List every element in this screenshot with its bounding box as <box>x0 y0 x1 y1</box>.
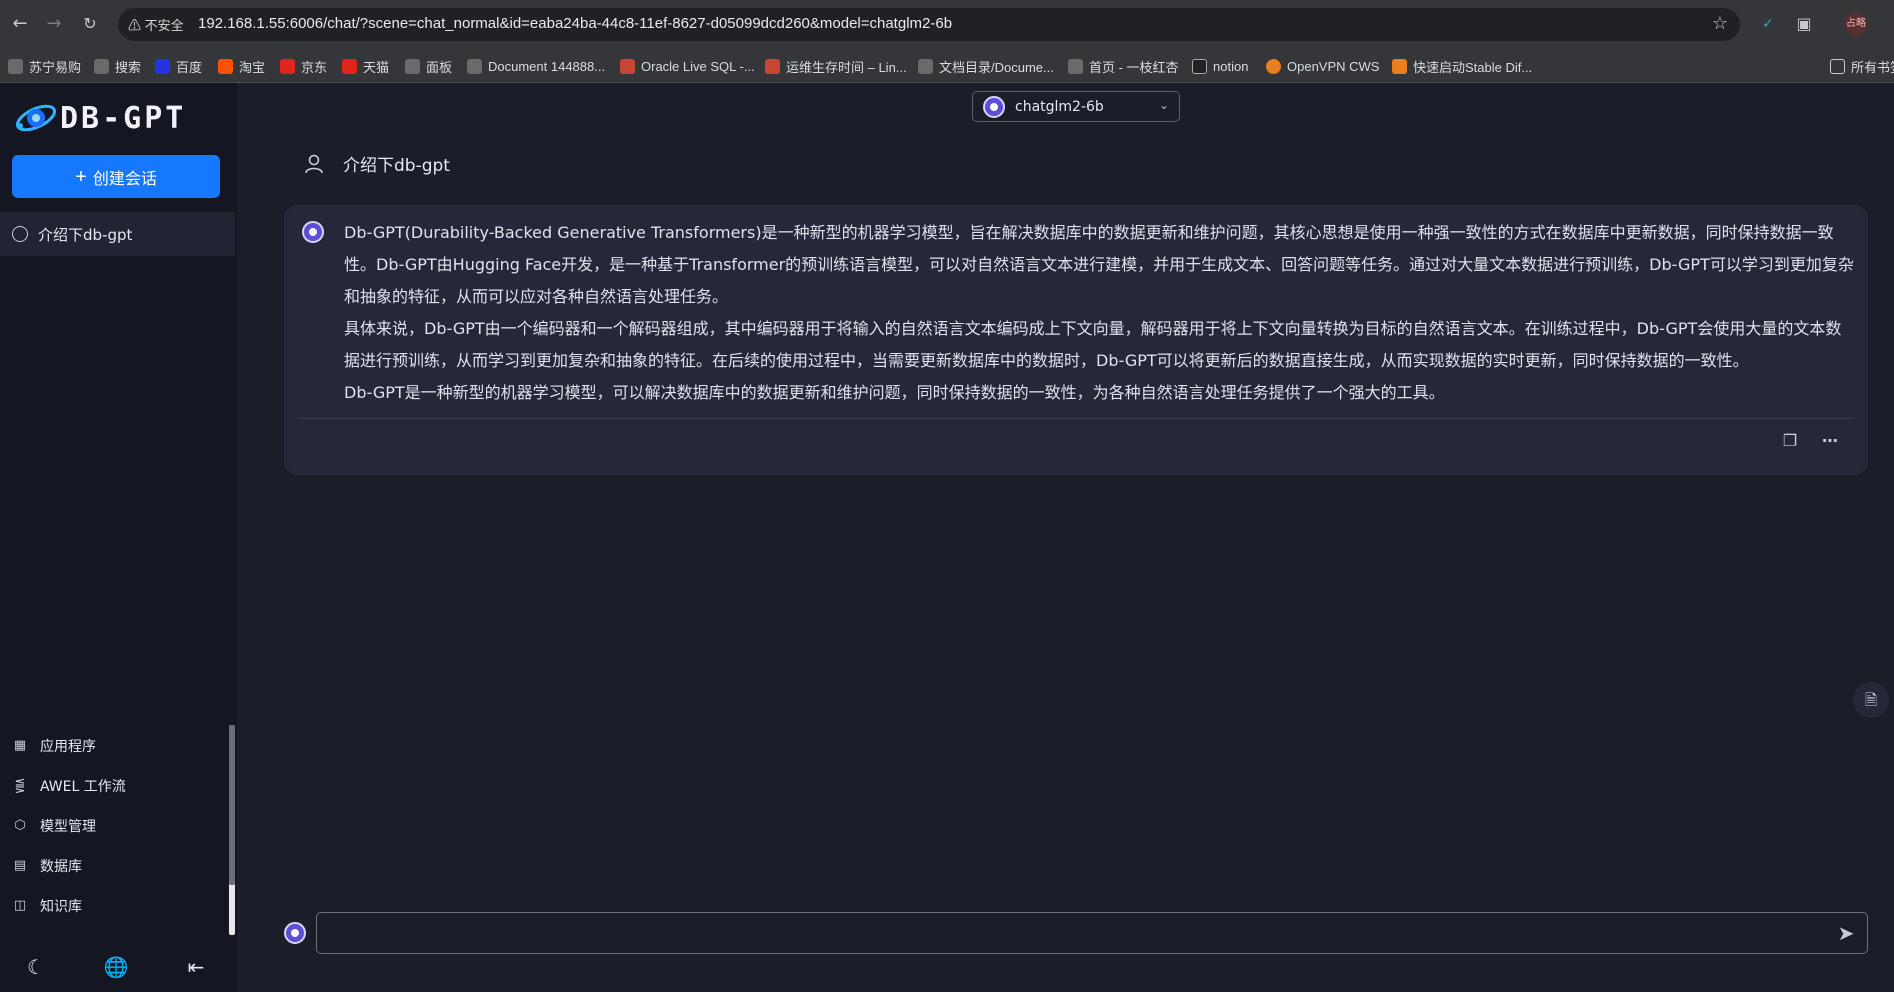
bookmark-icon <box>765 58 780 74</box>
bookmark-item[interactable]: 京东 <box>280 56 327 76</box>
bookmark-item[interactable]: 首页 - 一枝红杏 <box>1068 56 1179 76</box>
plus-icon: + <box>75 165 87 188</box>
answer-divider <box>298 418 1854 419</box>
bookmark-icon <box>1392 58 1407 74</box>
send-icon[interactable]: ➤ <box>1834 921 1858 945</box>
back-icon[interactable]: ← <box>8 12 32 36</box>
bookmark-item[interactable]: 百度 <box>155 56 202 76</box>
menu-item-knowledge[interactable]: ◫ 知识库 <box>12 894 82 918</box>
extensions-puzzle-icon[interactable]: ▣ <box>1792 12 1816 36</box>
browser-toolbar: ← → ↻ ⚠ 不安全 192.168.1.55:6006/chat/?scen… <box>0 0 1894 48</box>
app-logo[interactable]: DB-GPT <box>12 99 186 137</box>
menu-item-apps[interactable]: ▦ 应用程序 <box>12 734 96 758</box>
chevron-down-icon: ⌄ <box>1158 98 1169 112</box>
bookmark-item[interactable]: 面板 <box>405 56 452 76</box>
bookmark-item[interactable]: OpenVPN CWS <box>1266 56 1379 76</box>
forward-icon[interactable]: → <box>42 12 66 36</box>
bookmark-icon <box>1266 58 1281 74</box>
bookmark-icon <box>8 58 23 74</box>
new-chat-button[interactable]: + 创建会话 <box>12 155 220 198</box>
bookmark-item[interactable]: Oracle Live SQL -... <box>620 56 755 76</box>
bookmark-icon <box>94 58 109 74</box>
collapse-menu-icon[interactable]: ⇤ <box>182 953 210 981</box>
apps-icon: ▦ <box>13 738 27 753</box>
flow-icon: ⪋ <box>14 778 26 793</box>
theme-moon-icon[interactable]: ☾ <box>22 953 50 981</box>
bookmark-icon <box>1068 58 1083 74</box>
model-avatar-icon <box>983 95 1005 118</box>
sidebar: DB-GPT + 创建会话 介绍下db-gpt ▦ 应用程序 ⪋ AWEL 工作… <box>0 83 237 992</box>
menu-item-awel[interactable]: ⪋ AWEL 工作流 <box>12 774 126 798</box>
more-options-icon[interactable]: ⋯ <box>1818 429 1842 453</box>
profile-avatar[interactable]: 占略 <box>1845 13 1867 35</box>
answer-paragraph: 具体来说，Db-GPT由一个编码器和一个解码器组成，其中编码器用于将输入的自然语… <box>344 319 1842 370</box>
bookmark-icon <box>467 58 482 74</box>
answer-paragraph: Db-GPT是一种新型的机器学习模型，可以解决数据库中的数据更新和维护问题，同时… <box>344 383 1445 402</box>
bookmark-item[interactable]: 搜索 <box>94 56 141 76</box>
all-bookmarks[interactable]: 所有书签 <box>1830 56 1894 76</box>
bookmark-icon <box>342 58 357 74</box>
copy-icon[interactable]: ❐ <box>1778 429 1802 453</box>
bookmark-icon <box>620 58 635 74</box>
bookmark-icon <box>155 58 170 74</box>
model-selector[interactable]: chatglm2-6b ⌄ <box>972 91 1180 122</box>
bookmark-item[interactable]: Document 144888... <box>467 56 605 76</box>
chat-input[interactable] <box>316 912 1868 954</box>
sidebar-scrollbar-thumb[interactable] <box>229 725 235 885</box>
chat-input-row: ➤ <box>284 912 1868 954</box>
logo-text: DB-GPT <box>60 100 187 136</box>
url-text[interactable]: 192.168.1.55:6006/chat/?scene=chat_norma… <box>198 15 952 32</box>
bookmark-icon <box>405 58 420 74</box>
security-warning[interactable]: ⚠ 不安全 <box>128 15 184 34</box>
bookmark-icon <box>918 58 933 74</box>
bookmark-item[interactable]: notion <box>1192 56 1248 76</box>
bookmark-item[interactable]: 苏宁易购 <box>8 56 81 76</box>
user-question-text: 介绍下db-gpt <box>343 156 450 176</box>
bookmark-icon <box>218 58 233 74</box>
logo-icon <box>15 104 57 132</box>
input-avatar-icon <box>284 922 306 944</box>
answer-text: Db-GPT(Durability-Backed Generative Tran… <box>344 217 1854 409</box>
bookmark-item[interactable]: 淘宝 <box>218 56 265 76</box>
bookmark-item[interactable]: 文档目录/Docume... <box>918 56 1054 76</box>
user-message: 介绍下db-gpt <box>303 151 450 176</box>
menu-item-models[interactable]: ⬡ 模型管理 <box>12 814 96 838</box>
document-icon[interactable]: 🗎 <box>1853 682 1889 718</box>
bookmark-item[interactable]: 运维生存时间 – Lin... <box>765 56 907 76</box>
answer-paragraph: Db-GPT(Durability-Backed Generative Tran… <box>344 223 1854 306</box>
chat-bubble-icon <box>12 226 28 242</box>
knowledge-icon: ◫ <box>13 898 27 913</box>
assistant-answer-card: Db-GPT(Durability-Backed Generative Tran… <box>284 205 1868 475</box>
bookmark-icon <box>280 58 295 74</box>
address-bar[interactable]: ⚠ 不安全 192.168.1.55:6006/chat/?scene=chat… <box>118 8 1740 41</box>
bookmark-star-icon[interactable]: ☆ <box>1712 13 1728 34</box>
language-globe-icon[interactable]: 🌐 <box>102 953 130 981</box>
model-icon: ⬡ <box>14 818 26 833</box>
reload-icon[interactable]: ↻ <box>78 12 102 36</box>
database-icon: ▤ <box>13 858 27 873</box>
extension-icon[interactable]: ✓ <box>1756 12 1780 36</box>
folder-icon <box>1830 58 1845 74</box>
bookmark-item[interactable]: 快速启动Stable Dif... <box>1392 56 1532 76</box>
assistant-avatar-icon <box>302 221 324 243</box>
user-icon <box>305 154 323 173</box>
bookmark-icon <box>1192 58 1207 74</box>
conversation-item[interactable]: 介绍下db-gpt <box>0 212 235 256</box>
menu-item-database[interactable]: ▤ 数据库 <box>12 854 82 878</box>
bookmark-item[interactable]: 天猫 <box>342 56 389 76</box>
bookmarks-bar: 苏宁易购 搜索 百度 淘宝 京东 天猫 面板 Document 144888..… <box>0 48 1894 83</box>
